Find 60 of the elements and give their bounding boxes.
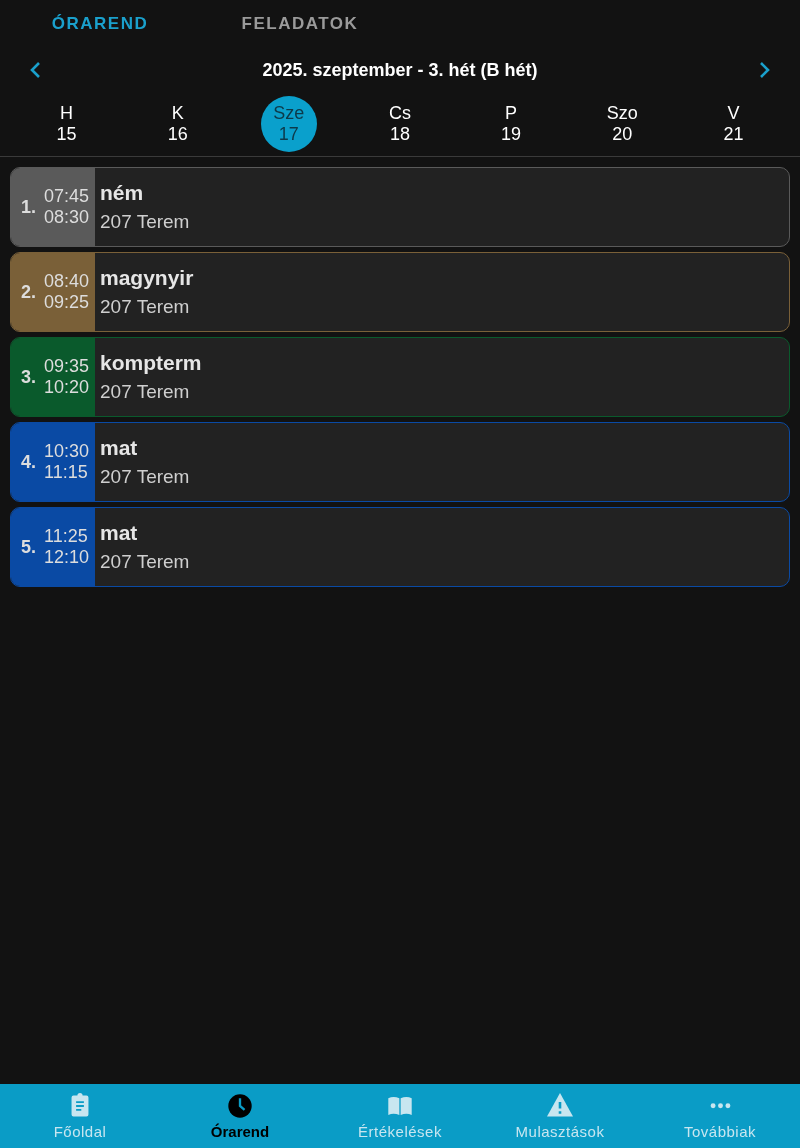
start-time: 09:35: [44, 356, 90, 377]
warning-icon: [547, 1092, 573, 1119]
day-button[interactable]: Cs 18: [372, 96, 428, 152]
day-name: Cs: [389, 103, 411, 124]
day-button[interactable]: Sze 17: [260, 96, 317, 152]
day-date: 15: [56, 124, 77, 145]
lesson-number: 4.: [21, 451, 36, 473]
end-time: 10:20: [44, 377, 90, 398]
nav-label: Továbbiak: [683, 1122, 756, 1140]
chevron-left-icon[interactable]: [30, 61, 42, 79]
room-name: 207 Terem: [100, 551, 190, 573]
more-icon: [709, 1102, 731, 1109]
day-date: 20: [612, 124, 633, 145]
room-name: 207 Terem: [100, 381, 191, 403]
day-name: P: [505, 103, 518, 124]
start-time: 07:45: [44, 186, 90, 207]
day-date: 17: [278, 124, 299, 145]
lesson-number: 1.: [21, 196, 36, 218]
day-date: 16: [167, 124, 188, 145]
lesson-number: 2.: [21, 281, 36, 303]
subject-name: mat: [100, 521, 139, 545]
subject-name: mat: [100, 436, 139, 460]
clock-icon: [227, 1092, 253, 1119]
chevron-right-icon[interactable]: [758, 61, 770, 79]
room-name: 207 Terem: [100, 296, 191, 318]
room-name: 207 Terem: [100, 211, 190, 233]
day-name: Szo: [606, 103, 638, 124]
day-name: V: [727, 103, 740, 124]
tab[interactable]: ÓRAREND: [0, 0, 200, 48]
subject-name: kompterm: [100, 351, 202, 375]
day-button[interactable]: V 21: [705, 96, 762, 152]
week-title: 2025. szeptember - 3. hét (B hét): [262, 59, 538, 81]
day-name: Sze: [273, 103, 305, 124]
end-time: 08:30: [44, 207, 90, 228]
room-name: 207 Terem: [100, 466, 190, 488]
day-name: K: [171, 103, 184, 124]
nav-label: Órarend: [210, 1122, 270, 1140]
day-date: 18: [389, 124, 410, 145]
day-button[interactable]: Szo 20: [594, 96, 651, 152]
nav-item[interactable]: Órarend: [160, 1084, 320, 1148]
nav-label: Mulasztások: [515, 1122, 605, 1140]
day-button[interactable]: K 16: [149, 96, 206, 152]
start-time: 11:25: [44, 526, 89, 547]
lesson-number: 3.: [21, 366, 36, 388]
subject-name: ném: [100, 181, 145, 205]
subject-name: magynyir: [100, 266, 194, 290]
end-time: 12:10: [44, 547, 90, 568]
day-button[interactable]: H 15: [38, 96, 95, 152]
day-date: 19: [501, 124, 522, 145]
day-button[interactable]: P 19: [483, 96, 540, 152]
end-time: 09:25: [44, 292, 90, 313]
day-date: 21: [723, 124, 744, 145]
nav-label: Főoldal: [53, 1122, 107, 1140]
end-time: 11:15: [44, 462, 89, 483]
nav-label: Értékelések: [358, 1122, 442, 1140]
day-name: H: [60, 103, 74, 124]
lesson-number: 5.: [21, 536, 36, 558]
start-time: 08:40: [44, 271, 90, 292]
tab[interactable]: FELADATOK: [200, 0, 400, 48]
start-time: 10:30: [44, 441, 90, 462]
